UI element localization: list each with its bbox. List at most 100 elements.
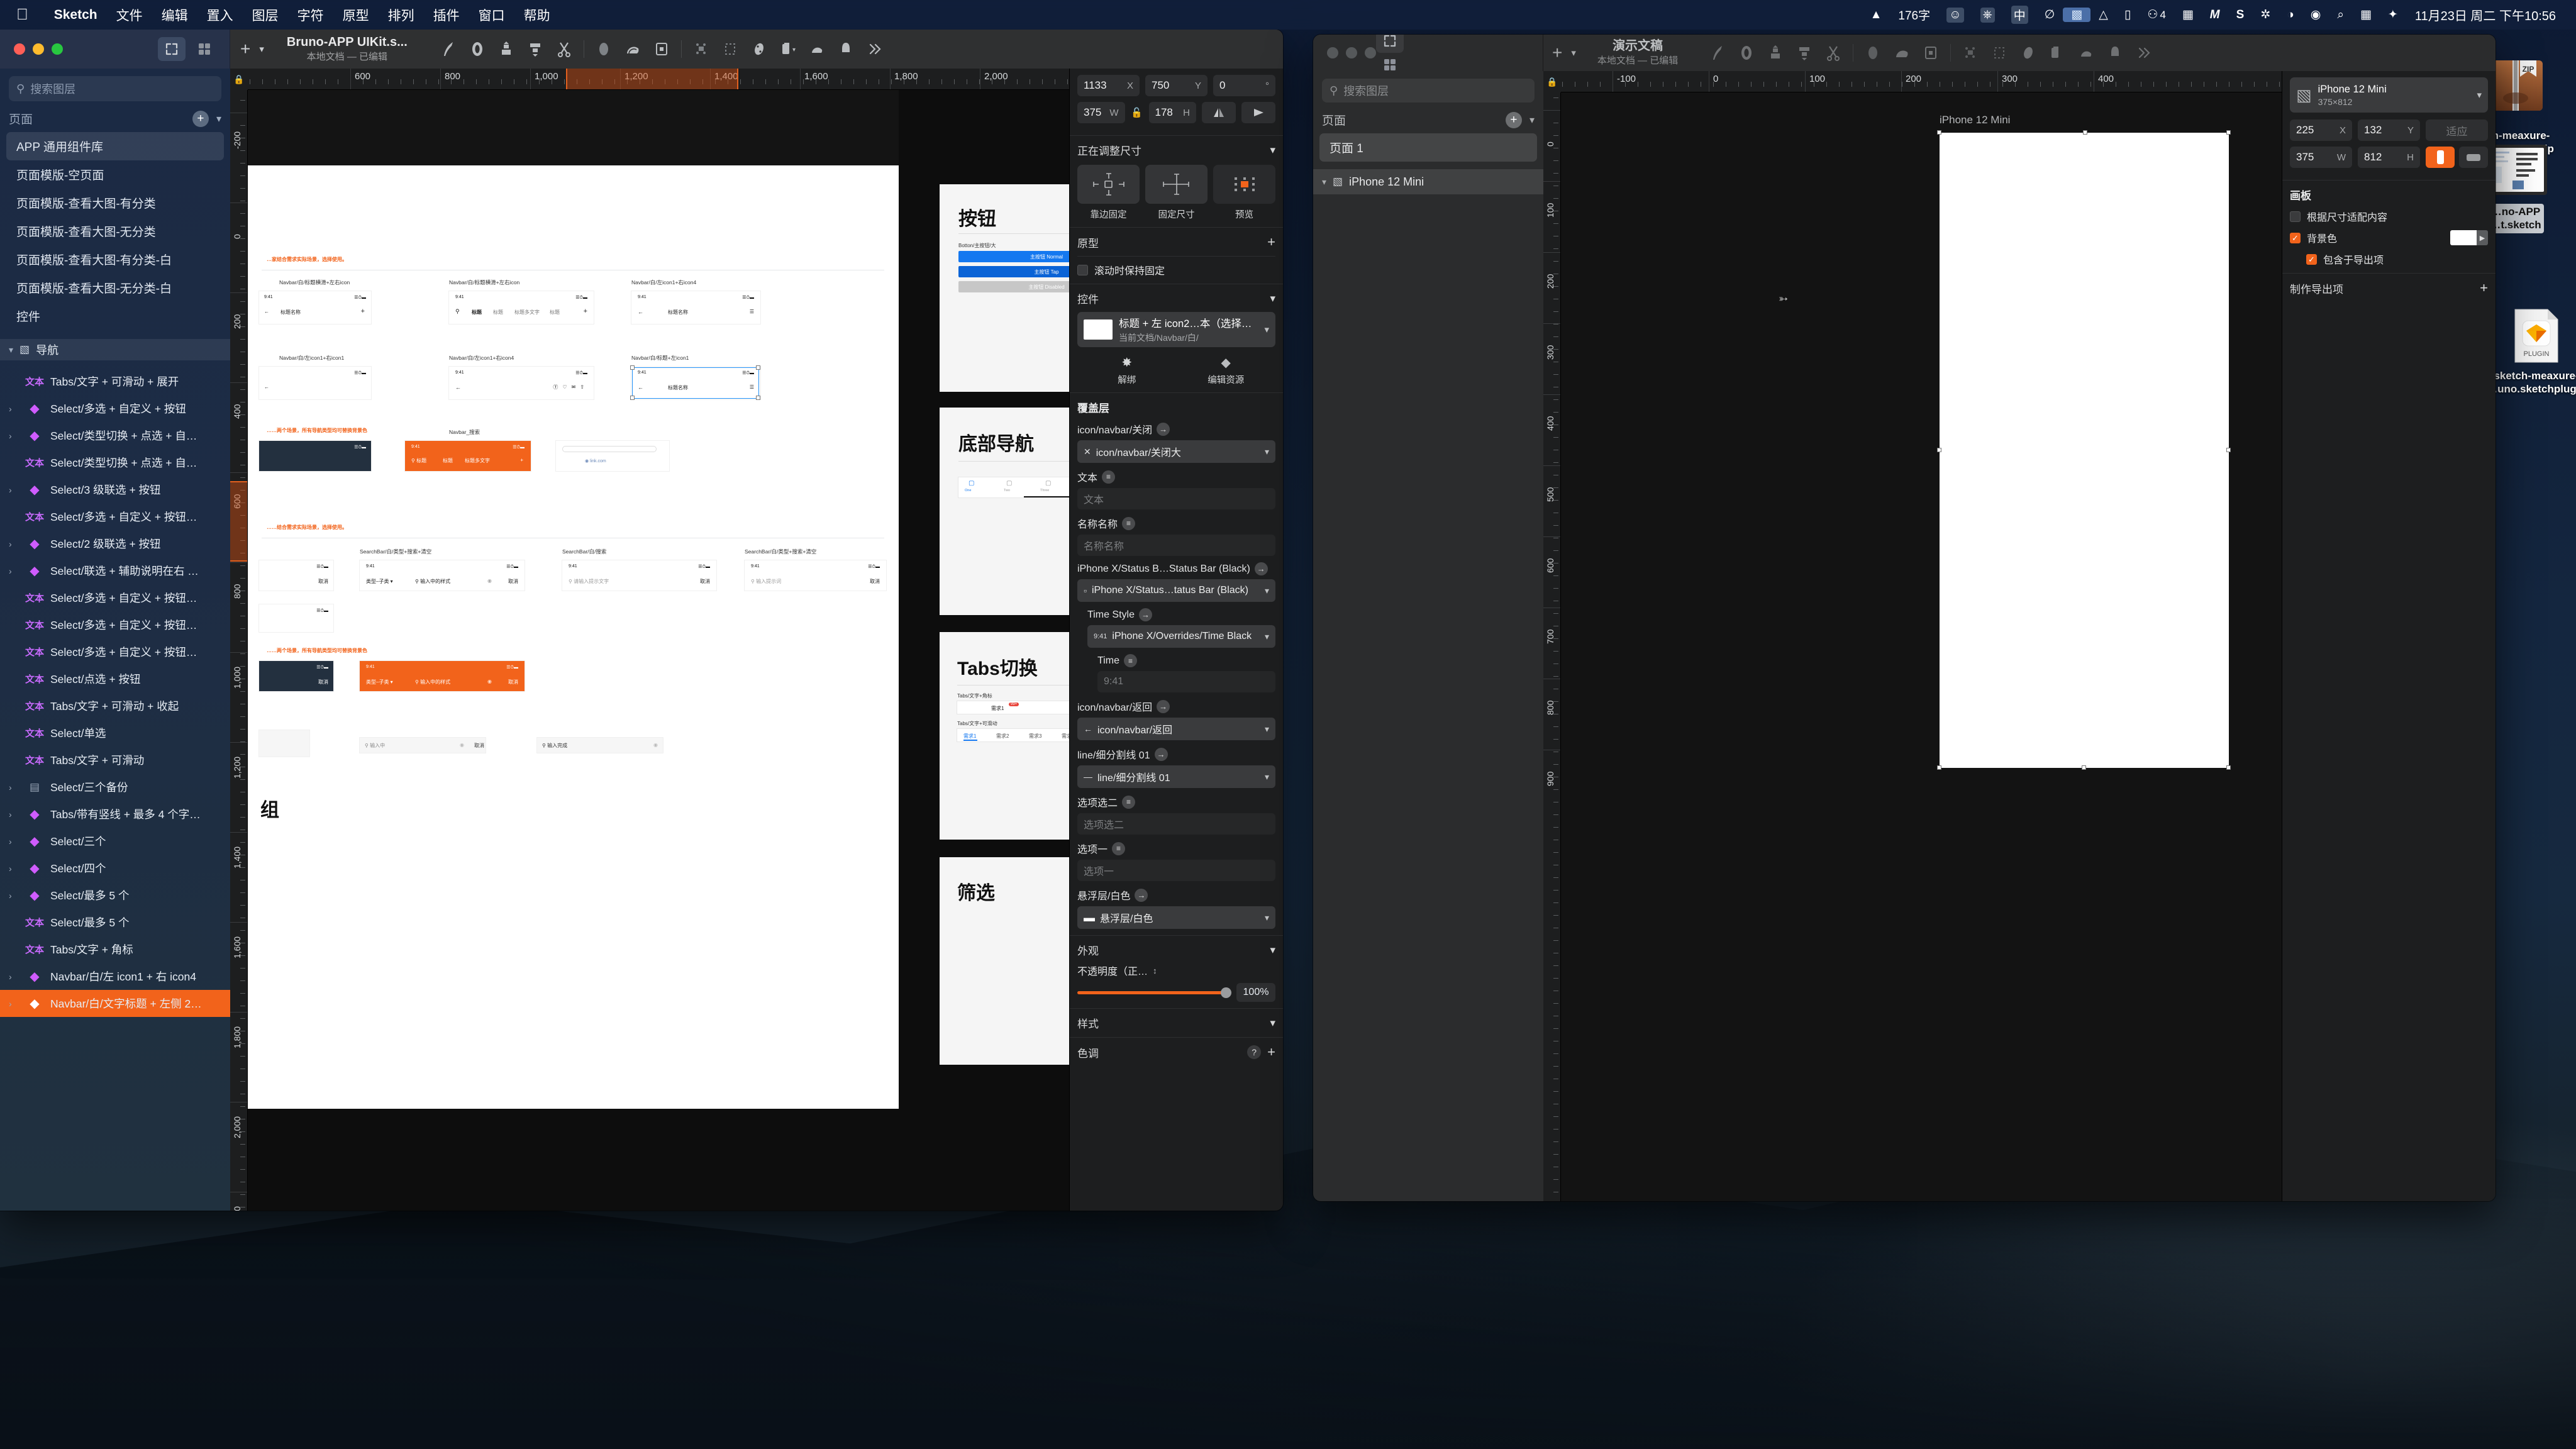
ruler-lock-icon[interactable]: 🔒 [230, 69, 248, 90]
page-item[interactable]: 页面模版-空页面 [6, 160, 224, 189]
override-text-input[interactable]: 名称名称 [1077, 535, 1275, 556]
microphone-icon[interactable]: ⎈ [1972, 7, 2003, 23]
distribute-icon[interactable] [521, 35, 550, 64]
chevron-down-icon[interactable]: ▾ [1530, 114, 1535, 126]
navbar-mock[interactable]: 9:41 ☰⏱▬ ← 标题名称 + [259, 291, 371, 324]
vector-icon[interactable] [463, 35, 492, 64]
close-button[interactable] [1327, 47, 1338, 58]
minimize-button[interactable] [1346, 47, 1357, 58]
chevron-right-icon[interactable]: › [9, 431, 19, 441]
frame-icon[interactable] [1985, 38, 2014, 67]
chevron-right-icon[interactable]: › [9, 999, 19, 1009]
searchbar-mock[interactable]: ☰⏱▬ [259, 604, 333, 632]
zoom-button[interactable] [1365, 47, 1376, 58]
device-icon[interactable]: ▯ [2116, 8, 2139, 22]
selection-handle[interactable] [1937, 765, 1941, 770]
override-select[interactable]: ▫ iPhone X/Status…tatus Bar (Black) ▾ [1077, 579, 1275, 602]
input-mock[interactable]: ⚲ 输入中 ◉ 取消 [360, 738, 486, 753]
navbar-mock[interactable]: 9:41 ☰⏱▬ ← 标题名称 ☰ [631, 291, 760, 324]
layers-badge-icon[interactable]: ≡ [1122, 516, 1136, 530]
selection-handle[interactable] [2226, 130, 2231, 135]
chevron-down-icon[interactable]: ▾ [1265, 631, 1269, 642]
canvas-view-button[interactable] [158, 37, 186, 61]
window-traffic-lights[interactable] [1313, 47, 1376, 58]
second-canvas-area[interactable]: -100 0 100 200 300 400 0 100 200 300 400 500 600 700… [1543, 71, 2282, 1201]
chevron-right-icon[interactable]: › [9, 891, 19, 901]
override-select[interactable]: ✕ icon/navbar/关闭大 ▾ [1077, 440, 1275, 463]
selection-handle[interactable] [1937, 130, 1941, 135]
layers-badge-icon[interactable]: ≡ [1123, 654, 1137, 667]
artboard-preset-select[interactable]: ▧ iPhone 12 Mini 375×812 ▾ [2290, 77, 2488, 113]
sketch-measure-icon[interactable]: M [2202, 8, 2228, 22]
add-export-button[interactable]: + [2480, 280, 2488, 296]
add-artboard-button[interactable]: + [240, 39, 250, 59]
page-item[interactable]: 页面模版-查看大图-无分类-白 [6, 274, 224, 302]
x-field[interactable]: 1133 X [1077, 75, 1140, 96]
chevron-down-icon[interactable]: ▾ [9, 345, 13, 355]
fix-size-card[interactable]: 固定尺寸 [1145, 165, 1208, 221]
flip-horizontal-icon[interactable] [1202, 102, 1236, 123]
bgcolor-checkbox[interactable]: ✓ [2290, 232, 2301, 243]
searchbar-mock[interactable]: ☰⏱▬ 取消 [259, 560, 333, 591]
fit-button[interactable]: 适应 [2426, 119, 2488, 141]
layer-row[interactable]: › ◆ Tabs/带有竖线 + 最多 4 个字… [0, 801, 230, 828]
selection-handle[interactable] [2226, 448, 2231, 452]
layer-row[interactable]: 文本 Select/多选 + 自定义 + 按钮… [0, 638, 230, 665]
window-traffic-lights[interactable] [0, 43, 63, 55]
second-height-field[interactable]: 812 H [2358, 147, 2420, 168]
override-text-input[interactable]: 选项选二 [1077, 813, 1275, 835]
chevron-right-icon[interactable]: › [9, 836, 19, 847]
selection-handle[interactable] [2082, 765, 2086, 770]
chevron-down-icon[interactable]: ▾ [1265, 724, 1269, 735]
layer-row[interactable]: › ▤ Select/三个备份 [0, 774, 230, 801]
menu-item-prototype[interactable]: 原型 [333, 6, 379, 25]
navbar-mock[interactable]: 9:41 ☰⏱▬ ← Ⓣ♡✉⇧ [449, 367, 594, 399]
chevron-down-icon[interactable]: ▾ [1270, 144, 1275, 157]
rotation-field[interactable]: 0 ° [1213, 75, 1275, 96]
chevron-right-icon[interactable]: › [9, 539, 19, 549]
searchbar-mock-dark[interactable]: ☰⏱▬ 取消 [259, 661, 333, 691]
chevron-down-icon[interactable]: ▾ [216, 113, 221, 125]
menu-item-layer[interactable]: 图层 [243, 6, 288, 25]
zoom-button[interactable] [52, 43, 63, 55]
spotlight-search-icon[interactable]: ⌕ [2329, 8, 2352, 22]
goto-symbol-icon[interactable]: → [1138, 608, 1152, 621]
creative-cloud-icon[interactable]: ∅ [2036, 8, 2063, 22]
apple-menu-icon[interactable]:  [16, 7, 28, 23]
align-top-icon[interactable] [1761, 38, 1790, 67]
override-select[interactable]: 9:41 iPhone X/Overrides/Time Black ▾ [1087, 625, 1275, 648]
opacity-slider[interactable] [1077, 987, 1231, 998]
add-page-button[interactable]: + [192, 110, 209, 127]
mask-icon[interactable] [589, 35, 618, 64]
menu-item-window[interactable]: 窗口 [469, 6, 514, 25]
second-page-item[interactable]: 页面 1 [1319, 133, 1537, 162]
layer-row[interactable]: › ◆ Select/2 级联选 + 按钮 [0, 530, 230, 557]
wifi-icon[interactable]: ◑ [2279, 8, 2302, 22]
input-mock[interactable]: ⚲ 输入完成 ◉ [537, 738, 663, 753]
pen-icon[interactable] [434, 35, 463, 64]
input-method-chinese-icon[interactable]: 中 [2003, 6, 2036, 24]
group-icon[interactable]: ▾ [774, 35, 802, 64]
layer-row[interactable]: 文本 Select/多选 + 自定义 + 按钮… [0, 503, 230, 530]
artboard-label[interactable]: iPhone 12 Mini [1940, 114, 2010, 126]
goto-symbol-icon[interactable]: → [1157, 422, 1170, 436]
navbar-mock[interactable]: ◉ link.com [556, 441, 669, 471]
cloud-upload-icon[interactable] [802, 35, 831, 64]
distribute-icon[interactable] [1790, 38, 1819, 67]
cloud-icon[interactable] [618, 35, 647, 64]
add-artboard-button[interactable]: + [1552, 43, 1562, 63]
canvas-view-button[interactable] [1376, 35, 1404, 53]
menu-item-edit[interactable]: 编辑 [152, 6, 197, 25]
group-header-row[interactable]: ▾ ▧ 导航 [0, 339, 230, 360]
goto-symbol-icon[interactable]: → [1157, 699, 1170, 713]
menu-item-sketch[interactable]: Sketch [45, 8, 107, 23]
chevron-right-icon[interactable]: › [9, 972, 19, 982]
page-item[interactable]: 页面模版-查看大图-有分类 [6, 189, 224, 217]
dropbox-icon[interactable]: △ [2090, 8, 2116, 22]
overflow-icon[interactable] [2129, 38, 2158, 67]
vector-icon[interactable] [1732, 38, 1761, 67]
chevron-down-icon[interactable]: ▾ [1265, 913, 1269, 923]
scissors-icon[interactable] [1819, 38, 1848, 67]
add-prototype-button[interactable]: + [1267, 234, 1275, 250]
layer-row[interactable]: › ◆ Select/四个 [0, 855, 230, 882]
